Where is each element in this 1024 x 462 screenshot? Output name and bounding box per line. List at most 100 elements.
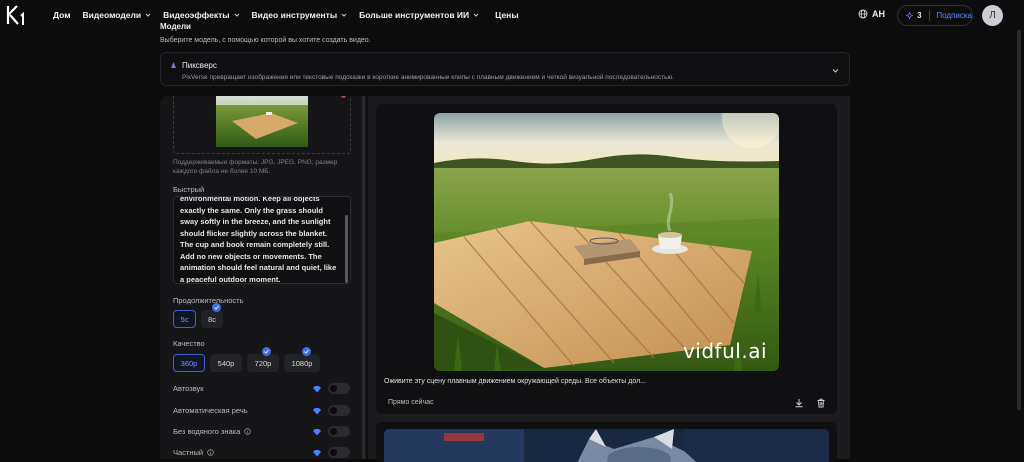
auto-sound-toggle[interactable] [328,383,350,394]
toggle-row-private: Частный [173,447,351,459]
toggle-label: Автоматическая речь [173,406,248,415]
image-upload-area[interactable] [173,96,351,154]
prompt-label: Быстрый [173,185,205,194]
panel-scrollbar[interactable] [362,96,365,459]
result-card-2 [376,422,837,462]
duration-label: Продолжительность [173,296,244,305]
option-label: 8с [208,314,216,324]
nav-label: Дом [53,10,71,20]
remove-image-dot[interactable] [341,96,346,98]
premium-badge-icon [212,303,221,312]
prompt-line: Add no new objects or movements. The [180,251,322,261]
nav-video-models[interactable]: Видеомодели [83,10,152,20]
prompt-textarea[interactable]: environmental motion. Keep all objects e… [173,196,351,284]
toggle-label: Частный [173,448,214,457]
logo-icon[interactable] [6,4,28,28]
nav-label: Больше инструментов ИИ [359,10,470,20]
language-switch[interactable]: AH [858,9,885,19]
chevron-down-icon [145,13,151,17]
nav-label: Видеомодели [82,10,142,20]
subscribe-label: Подписка [936,11,972,20]
settings-panel: Поддерживаемые форматы: JPG, JPEG, PNG; … [160,96,367,459]
prompt-line: animation should feel natural and quiet,… [180,263,337,272]
diamond-icon [313,386,321,393]
cat-video-frame [384,429,829,462]
duration-option-8s[interactable]: 8с [201,303,223,328]
nav-label: Видео инструменты [251,10,338,20]
models-title: Модели [160,22,191,31]
option-label: 5с [180,314,189,324]
info-icon[interactable] [207,449,214,456]
top-bar: Дом Видеомодели Видеоэффекты Видео инстр… [0,0,1024,30]
quality-option-360p[interactable]: 360p [173,354,205,372]
private-toggle[interactable] [328,447,350,458]
prompt-line: should flicker slightly across the blank… [180,228,328,238]
chevron-down-icon [341,13,347,17]
uploaded-image-thumbnail[interactable] [216,96,308,147]
chevron-down-icon [832,69,839,73]
meadow-table-image [216,96,308,147]
toggle-label: Автозвук [173,384,204,393]
model-name: Пиксверс [182,61,217,70]
result-card: vidful.ai Оживите эту сцену плавным движ… [376,104,837,414]
duration-option-5s[interactable]: 5с [173,310,196,328]
nav-video-tools[interactable]: Видео инструменты [252,10,348,20]
main-nav: Дом Видеомодели Видеоэффекты Видео инстр… [53,10,531,20]
nav-video-effects[interactable]: Видеоэффекты [163,10,239,20]
nav-label: Цены [495,10,519,20]
nav-label: Видеоэффекты [163,10,230,20]
premium-badge-icon [302,347,311,356]
quality-option-720p[interactable]: 720p [247,347,279,372]
no-watermark-toggle[interactable] [328,426,350,437]
model-selector[interactable]: Пиксверс PixVerse превращает изображения… [160,52,850,86]
watermark: vidful.ai [682,339,767,363]
models-subtitle: Выберите модель, с помощью которой вы хо… [160,37,371,44]
page-scrollbar[interactable] [1017,30,1021,410]
quality-option-1080p[interactable]: 1080p [284,347,320,372]
model-icon [171,62,176,68]
avatar[interactable]: Л [982,5,1003,26]
language-label: AH [872,9,885,19]
model-description: PixVerse превращает изображения или текс… [182,74,675,81]
sparkle-icon [906,11,914,20]
option-label: 720p [254,358,272,368]
results-panel: vidful.ai Оживите эту сцену плавным движ… [368,96,850,462]
generated-video-preview-2[interactable] [384,429,829,462]
delete-button[interactable] [814,396,828,410]
credits-count: 3 [917,11,922,20]
separator [928,10,930,21]
prompt-line: sway softly in the breeze, and the sunli… [180,217,331,226]
prompt-scrollbar[interactable] [345,215,348,283]
nav-more-ai-tools[interactable]: Больше инструментов ИИ [359,10,479,20]
globe-icon [858,9,868,19]
option-label: 360p [180,358,198,368]
quality-label: Качество [173,339,205,348]
prompt-line: environmental motion. Keep all objects [180,196,320,203]
toggle-row-no-watermark: Без водяного знака [173,426,351,438]
diamond-icon [313,408,321,415]
auto-speech-toggle[interactable] [328,405,350,416]
subscribe-button[interactable]: 3 Подписка [897,5,973,26]
meadow-table-video-frame [434,113,779,371]
result-timestamp: Прямо сейчас [388,399,434,406]
download-button[interactable] [792,396,806,410]
prompt-line: The cup and book remain completely still… [180,240,330,249]
prompt-text: environmental motion. Keep all objects e… [180,196,345,283]
toggle-row-auto-speech: Автоматическая речь [173,405,351,417]
quality-option-540p[interactable]: 540p [210,354,242,372]
result-caption: Оживите эту сцену плавным движением окру… [384,378,647,385]
diamond-icon [313,450,321,457]
chevron-down-icon [473,13,479,17]
option-label: 1080p [291,358,313,368]
chevron-down-icon [234,13,239,17]
download-icon [795,399,803,408]
prompt-line: exactly the same. Only the grass should [180,205,323,215]
generated-video-preview[interactable]: vidful.ai [434,113,779,371]
trash-icon [817,398,825,408]
upload-format-note: Поддерживаемые форматы: JPG, JPEG, PNG; … [173,159,338,175]
info-icon[interactable] [244,428,252,435]
diamond-icon [313,429,321,436]
nav-home[interactable]: Дом [53,10,71,20]
toggle-label: Без водяного знака [173,427,252,436]
nav-pricing[interactable]: Цены [495,10,518,20]
